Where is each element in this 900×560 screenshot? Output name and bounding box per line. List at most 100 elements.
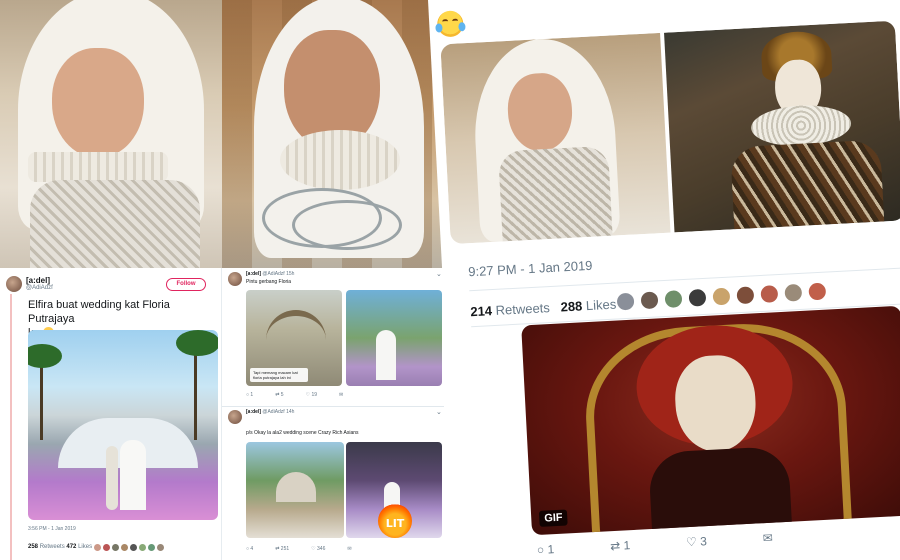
avatar[interactable] [735, 285, 756, 306]
chevron-down-icon[interactable]: ⌄ [436, 270, 442, 278]
avatar[interactable] [759, 284, 780, 305]
retweet-action[interactable]: ⇄ 251 [275, 546, 289, 552]
retweets-count[interactable]: 214 [470, 303, 492, 319]
user-block: [a:del] @AdiAdzf 15h [246, 271, 294, 277]
crazy-rich-asians-photo[interactable] [246, 442, 344, 538]
reply-action[interactable]: ○ 1 [537, 542, 555, 557]
bride-figure [120, 440, 146, 510]
avatar[interactable] [687, 287, 708, 308]
divider [222, 406, 444, 407]
follow-button[interactable]: Follow [166, 278, 206, 291]
retweets-label[interactable]: Retweets [495, 300, 550, 318]
chevron-down-icon[interactable]: ⌄ [436, 408, 442, 416]
tweet-actions: ○ 1 ⇄ 1 ♡ 3 ✉ [537, 531, 774, 557]
bride-photo [0, 0, 222, 268]
gif-badge: GIF [538, 509, 569, 527]
paper-collar [280, 130, 400, 190]
avatar[interactable] [112, 544, 119, 551]
avatar[interactable] [228, 272, 242, 286]
retweet-action[interactable]: ⇄ 5 [275, 392, 283, 398]
retweet-count: 1 [623, 538, 631, 553]
tweet-timestamp[interactable]: 9:27 PM - 1 Jan 2019 [468, 258, 593, 279]
message-icon[interactable]: ✉ [347, 546, 351, 552]
fire-lit-icon: LIT [378, 504, 412, 538]
bride-face [52, 48, 144, 158]
avatar[interactable] [103, 544, 110, 551]
right-tweet-card: 9:27 PM - 1 Jan 2019 214 Retweets 288 Li… [428, 0, 900, 560]
wedding-photo[interactable] [28, 330, 218, 520]
queen-portrait-photo [664, 20, 900, 233]
tweet-actions: ○ 4 ⇄ 251 ♡ 346 ✉ [246, 546, 352, 552]
reply-action[interactable]: ○ 4 [246, 546, 253, 552]
mid-tweets-card: [a:del] @AdiAdzf 15h ⌄ Pintu gerbang Flo… [222, 268, 444, 560]
avatar[interactable] [148, 544, 155, 551]
liker-avatars [615, 281, 828, 312]
retweet-count: 251 [280, 546, 290, 552]
avatar[interactable] [615, 291, 636, 312]
floria-gate-photo[interactable]: Tapi memang macam kat floria putrajaya l… [246, 290, 342, 386]
groom-figure [106, 446, 118, 510]
joy-emoji-icon [435, 10, 466, 38]
reply-count: 4 [250, 546, 254, 552]
image-caption: Tapi memang macam kat floria putrajaya l… [250, 368, 308, 382]
tweet-time[interactable]: 15h [286, 271, 294, 277]
pavilion [276, 472, 316, 502]
user-handle[interactable]: @AdiAdzf [26, 285, 53, 291]
tweet-actions: ○ 1 ⇄ 5 ♡ 19 ✉ [246, 392, 343, 398]
like-action[interactable]: ♡ 346 [311, 546, 325, 552]
avatar[interactable] [807, 281, 828, 302]
likes-count[interactable]: 288 [560, 298, 582, 314]
embellished-gown [30, 180, 200, 268]
retweet-action[interactable]: ⇄ 1 [610, 538, 631, 553]
tweet-time[interactable]: 14h [286, 409, 294, 415]
user-name[interactable]: [a:del] [26, 276, 53, 285]
gate-arch [266, 310, 326, 350]
avatar[interactable] [6, 276, 22, 292]
likes-label[interactable]: Likes [78, 544, 92, 550]
comparison-image[interactable] [440, 20, 900, 245]
reply-action[interactable]: ○ 1 [246, 392, 253, 398]
avatar[interactable] [228, 410, 242, 424]
bride-figure [376, 330, 396, 380]
user-handle[interactable]: @AdiAdzf [262, 271, 284, 277]
ruffle-collar [28, 152, 168, 182]
like-action[interactable]: ♡ 19 [306, 392, 317, 398]
thread-line [10, 294, 12, 560]
like-action[interactable]: ♡ 3 [686, 534, 707, 549]
avatar[interactable] [94, 544, 101, 551]
reply-count: 1 [547, 542, 555, 557]
avatar[interactable] [139, 544, 146, 551]
like-count: 19 [311, 392, 318, 398]
message-icon[interactable]: ✉ [762, 531, 773, 546]
avatar[interactable] [130, 544, 137, 551]
floria-wedding-photo[interactable]: LIT [346, 442, 442, 538]
left-tweet-card: [a:del] @AdiAdzf Follow Elfira buat wedd… [0, 268, 222, 560]
cable-loop-2 [292, 200, 402, 250]
avatar[interactable] [121, 544, 128, 551]
avatar[interactable] [663, 289, 684, 310]
retweets-label[interactable]: Retweets [40, 544, 65, 550]
tweet-text-line1: Elfira buat wedding kat Floria Putrajaya [28, 299, 170, 325]
embellished-gown [498, 145, 613, 242]
tweet-stats: 214 Retweets 288 Likes [470, 297, 617, 320]
user-name[interactable]: [a:del] [246, 271, 261, 277]
tweet-text: Pintu gerbang Floria [246, 279, 292, 285]
palm-frond [28, 344, 62, 368]
like-count: 346 [317, 546, 326, 552]
message-icon[interactable]: ✉ [339, 392, 343, 398]
avatar[interactable] [157, 544, 164, 551]
tweet-timestamp[interactable]: 3:56 PM - 1 Jan 2019 [28, 526, 76, 532]
avatar[interactable] [639, 290, 660, 311]
wedding-gate-photo[interactable] [346, 290, 442, 386]
likes-count[interactable]: 472 [66, 544, 76, 550]
user-handle[interactable]: @AdiAdzf [262, 409, 284, 415]
bride-compare-photo [440, 32, 671, 245]
user-block: [a:del] @AdiAdzf [26, 276, 53, 291]
retweets-count[interactable]: 258 [28, 544, 38, 550]
avatar[interactable] [783, 282, 804, 303]
avatar[interactable] [711, 286, 732, 307]
user-name[interactable]: [a:del] [246, 409, 261, 415]
red-queen-gif[interactable]: GIF [521, 305, 900, 536]
likes-label[interactable]: Likes [586, 297, 617, 314]
tweet-text: p/s Okay la ala2 wedding scene Crazy Ric… [246, 430, 359, 436]
